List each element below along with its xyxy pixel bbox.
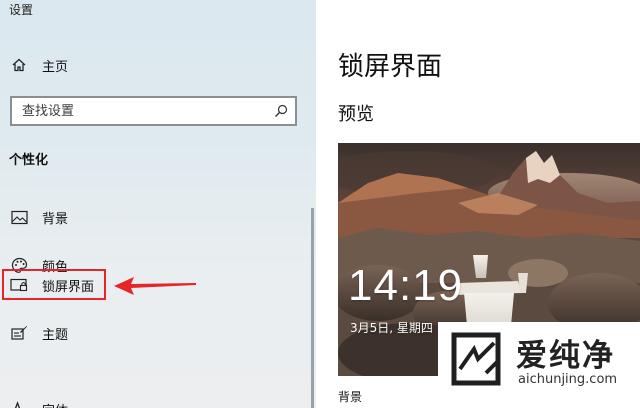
sidebar-item-background[interactable]: 背景: [0, 202, 300, 232]
search-icon[interactable]: [273, 103, 289, 119]
watermark-logo-icon: [451, 332, 501, 386]
font-icon: [10, 400, 28, 408]
watermark-url: aichunjing.com: [518, 372, 618, 387]
sidebar-item-label: 背景: [42, 211, 69, 227]
theme-icon: [10, 324, 28, 342]
home-icon: [10, 56, 28, 74]
settings-sidebar: 设置 主页 个性化 背景: [0, 0, 316, 408]
watermark: 爱纯净 aichunjing.com: [438, 322, 640, 408]
sidebar-scrollbar[interactable]: [311, 208, 314, 408]
highlight-box: [2, 269, 106, 300]
sidebar-item-fonts[interactable]: 字体: [0, 394, 300, 408]
lock-screen-time: 14:19: [348, 261, 464, 310]
sidebar-item-home[interactable]: 主页: [0, 50, 300, 80]
lock-screen-date: 3月5日, 星期四: [350, 321, 433, 335]
preview-heading: 预览: [338, 104, 374, 125]
watermark-title: 爱纯净: [516, 338, 615, 374]
background-setting-label: 背景: [338, 390, 363, 404]
sidebar-item-label: 主题: [42, 327, 69, 343]
pointer-arrow-icon: [114, 277, 196, 295]
search-input[interactable]: [12, 98, 272, 124]
sidebar-item-themes[interactable]: 主题: [0, 318, 300, 348]
page-title: 锁屏界面: [338, 52, 443, 82]
window-title: 设置: [9, 3, 34, 17]
picture-icon: [10, 208, 28, 226]
search-box[interactable]: [10, 96, 297, 126]
sidebar-item-label: 字体: [42, 400, 68, 408]
section-heading: 个性化: [9, 153, 49, 168]
sidebar-item-label: 主页: [42, 59, 69, 75]
